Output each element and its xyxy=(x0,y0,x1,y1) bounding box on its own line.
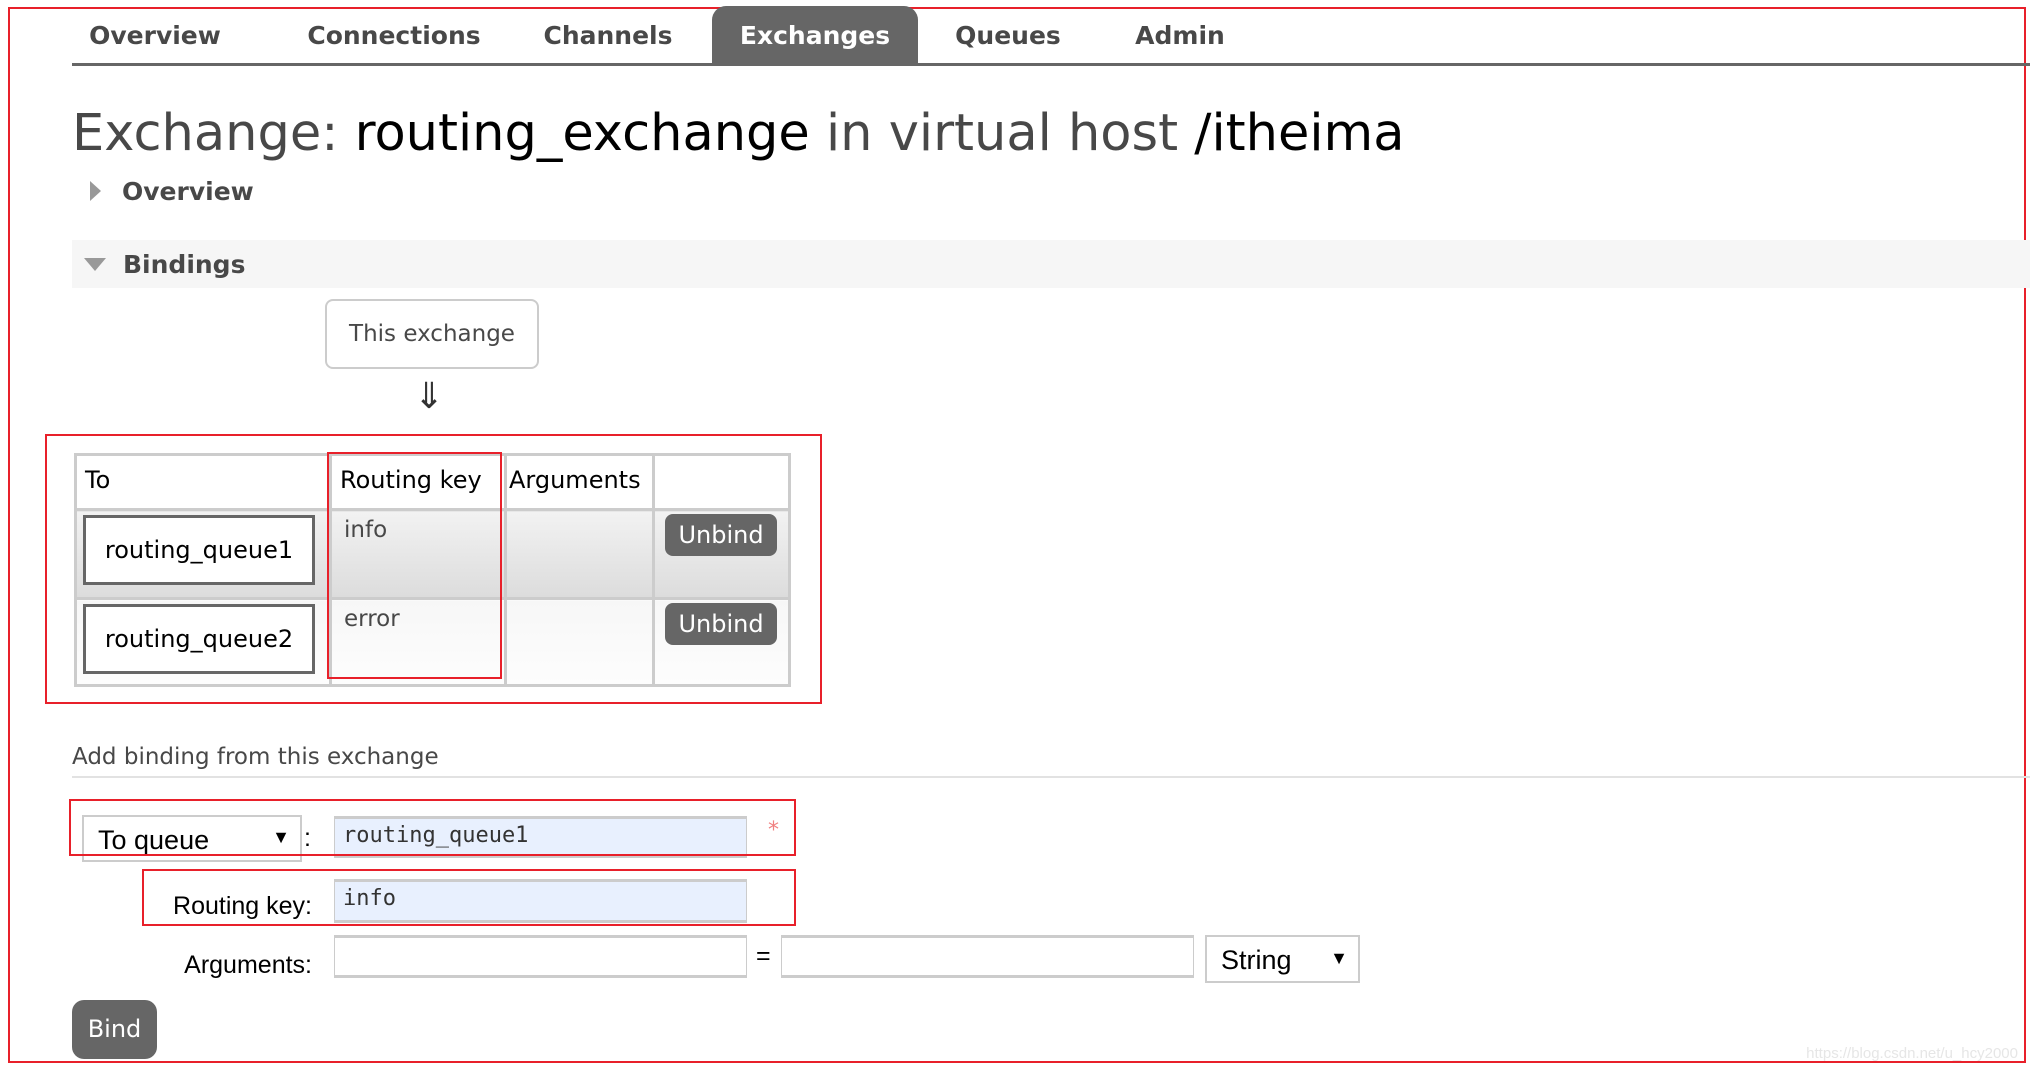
down-arrow-icon: ⇓ xyxy=(414,376,445,417)
argument-value-input[interactable] xyxy=(781,935,1194,978)
column-to: To xyxy=(74,453,332,511)
unbind-button[interactable]: Unbind xyxy=(665,514,777,556)
table-row: routing_queue2 error Unbind xyxy=(74,597,791,687)
destination-input[interactable]: routing_queue1 xyxy=(334,816,747,858)
required-marker: * xyxy=(768,818,779,843)
table-header-row: To Routing key Arguments xyxy=(74,453,791,511)
bind-button[interactable]: Bind xyxy=(72,1000,157,1059)
bindings-section-header[interactable]: Bindings xyxy=(72,240,2030,288)
title-middle: in virtual host xyxy=(809,104,1195,163)
expand-right-icon xyxy=(90,181,101,201)
argument-key-input[interactable] xyxy=(334,935,747,978)
this-exchange-box: This exchange xyxy=(325,299,539,369)
dropdown-arrow-icon: ▼ xyxy=(272,827,290,847)
overview-section-label: Overview xyxy=(122,176,254,206)
tab-connections[interactable]: Connections xyxy=(294,6,494,66)
exchange-name: routing_exchange xyxy=(354,104,810,163)
routing-key-label: Routing key: xyxy=(173,892,312,920)
divider xyxy=(72,776,2030,778)
collapse-down-icon xyxy=(84,257,106,271)
tab-exchanges[interactable]: Exchanges xyxy=(712,6,918,66)
destination-colon: : xyxy=(304,824,311,852)
tab-admin[interactable]: Admin xyxy=(1125,6,1235,66)
bindings-table: To Routing key Arguments routing_queue1 … xyxy=(74,453,791,687)
vhost-name: /itheima xyxy=(1194,104,1405,163)
page-title: Exchange: routing_exchange in virtual ho… xyxy=(72,104,1404,163)
arguments-cell xyxy=(504,597,655,687)
dropdown-arrow-icon: ▼ xyxy=(1330,948,1348,968)
bindings-section-label: Bindings xyxy=(123,249,246,279)
routing-key-input[interactable]: info xyxy=(334,879,747,923)
equals-sign: = xyxy=(756,942,771,970)
add-binding-heading: Add binding from this exchange xyxy=(72,744,439,770)
arguments-cell xyxy=(504,508,655,600)
argument-type-value: String xyxy=(1221,945,1292,975)
tab-overview[interactable]: Overview xyxy=(80,6,230,66)
tab-channels[interactable]: Channels xyxy=(533,6,683,66)
routing-key-cell: info xyxy=(344,517,388,543)
routing-key-cell: error xyxy=(344,606,400,632)
destination-type-select[interactable]: To queue ▼ xyxy=(82,815,302,862)
main-nav: Overview Connections Channels Exchanges … xyxy=(72,0,2030,66)
destination-type-value: To queue xyxy=(98,825,210,855)
column-actions xyxy=(652,453,791,511)
unbind-button[interactable]: Unbind xyxy=(665,603,777,645)
overview-section-toggle[interactable]: Overview xyxy=(90,175,254,207)
column-arguments: Arguments xyxy=(504,453,655,511)
argument-type-select[interactable]: String ▼ xyxy=(1205,935,1360,983)
queue-link[interactable]: routing_queue2 xyxy=(83,604,315,674)
column-routing-key: Routing key xyxy=(329,453,507,511)
queue-link[interactable]: routing_queue1 xyxy=(83,515,315,585)
arguments-label: Arguments: xyxy=(184,951,312,979)
table-row: routing_queue1 info Unbind xyxy=(74,508,791,600)
tab-queues[interactable]: Queues xyxy=(948,6,1068,66)
watermark: https://blog.csdn.net/u_hcy2000 xyxy=(1806,1045,2018,1062)
title-prefix: Exchange: xyxy=(72,104,355,163)
